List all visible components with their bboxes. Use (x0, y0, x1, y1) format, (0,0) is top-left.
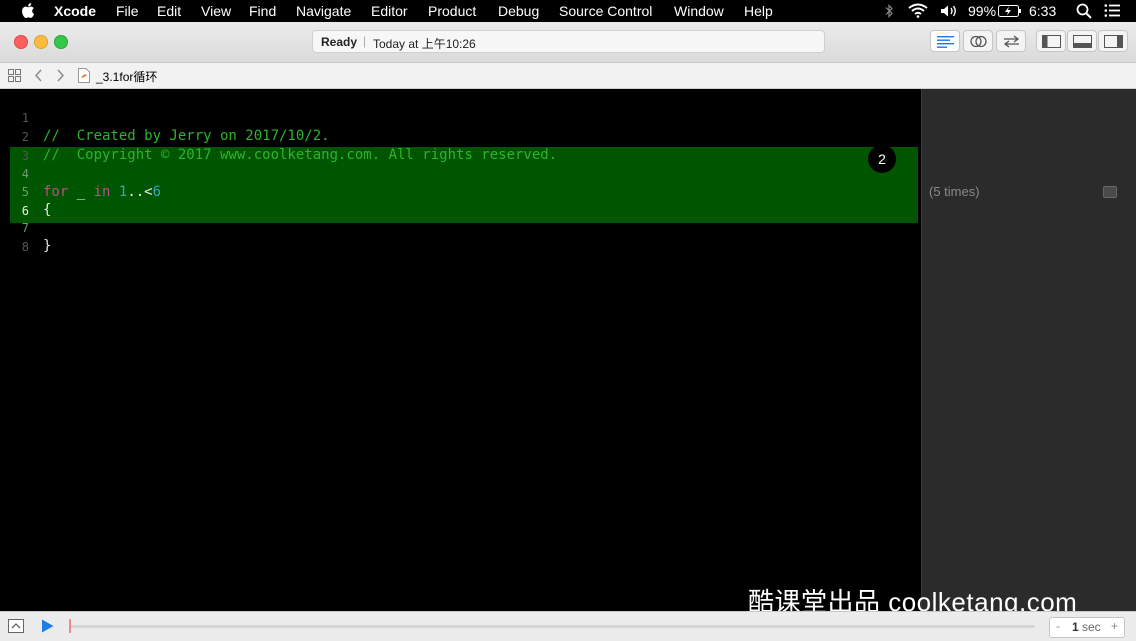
result-quicklook-icon[interactable] (1103, 186, 1117, 198)
window-toolbar: Ready | Today at 上午10:26 (0, 22, 1136, 63)
timeline-playhead[interactable] (69, 619, 71, 633)
standard-editor-icon (937, 36, 954, 48)
menu-bar: Xcode File Edit View Find Navigate Edito… (0, 0, 1136, 22)
wifi-icon[interactable] (908, 3, 928, 18)
zoom-window-button[interactable] (54, 35, 68, 49)
menu-navigate[interactable]: Navigate (296, 2, 351, 20)
jump-bar: _3.1for循环 (0, 63, 1136, 89)
standard-editor-button[interactable] (930, 30, 960, 52)
duration-unit: sec (1082, 620, 1101, 634)
menu-clock[interactable]: 6:33 (1029, 2, 1056, 20)
build-status: Ready (321, 35, 358, 49)
version-editor-button[interactable] (996, 30, 1026, 52)
execution-timeline[interactable] (69, 625, 1035, 628)
menu-edit[interactable]: Edit (157, 2, 181, 20)
menu-file[interactable]: File (116, 2, 139, 20)
menu-source-control[interactable]: Source Control (559, 2, 652, 20)
battery-charging-icon[interactable] (998, 5, 1022, 17)
code-line: 6 (0, 184, 918, 218)
line-number: 8 (21, 240, 29, 254)
duration-stepper[interactable]: - 1 sec + (1049, 617, 1125, 638)
step-badge: 2 (868, 145, 896, 173)
code-line: 2 // Copyright © 2017 www.coolketang.com… (0, 110, 918, 163)
results-sidebar: (5 times) (921, 89, 1136, 611)
chevron-left-icon[interactable] (34, 69, 43, 82)
jump-bar-filename[interactable]: _3.1for循环 (96, 68, 157, 85)
related-items-grid-icon[interactable] (8, 69, 21, 82)
utilities-panel-icon (1104, 35, 1123, 48)
duration-value: 1 (1072, 620, 1079, 634)
build-timestamp: Today at 上午10:26 (373, 37, 476, 51)
code-line: 7 } (0, 201, 918, 254)
menu-app-name[interactable]: Xcode (54, 2, 96, 20)
decrease-duration-button[interactable]: - (1056, 619, 1060, 633)
menu-debug[interactable]: Debug (498, 2, 539, 20)
chevron-right-icon[interactable] (56, 69, 65, 82)
code-line: 5 { (0, 165, 918, 218)
assistant-editor-icon (970, 35, 987, 48)
menu-help[interactable]: Help (744, 2, 773, 20)
battery-percent: 99% (968, 3, 997, 19)
notification-center-icon[interactable] (1104, 3, 1120, 18)
volume-icon[interactable] (940, 4, 958, 18)
apple-menu-icon[interactable] (21, 3, 35, 18)
code-line: 3 (0, 129, 918, 163)
status-separator: | (363, 34, 367, 48)
menu-product[interactable]: Product (428, 2, 476, 20)
menu-window[interactable]: Window (674, 2, 724, 20)
increase-duration-button[interactable]: + (1111, 619, 1118, 633)
code-line: 4 for _ in 1..<6 (0, 147, 918, 200)
bluetooth-icon[interactable] (884, 4, 894, 18)
close-window-button[interactable] (14, 35, 28, 49)
code-editor[interactable]: 1 // Created by Jerry on 2017/10/2. 2 //… (0, 89, 921, 611)
playground-file-icon (78, 68, 90, 83)
version-editor-icon (1003, 35, 1020, 48)
bottom-bar: - 1 sec + (0, 611, 1136, 641)
toggle-navigator-button[interactable] (1036, 30, 1066, 52)
assistant-editor-button[interactable] (963, 30, 993, 52)
activity-viewer: Ready | Today at 上午10:26 (312, 30, 825, 53)
debug-area-icon (1073, 35, 1092, 48)
minimize-window-button[interactable] (34, 35, 48, 49)
code-line: 1 // Created by Jerry on 2017/10/2. (0, 91, 918, 144)
menu-find[interactable]: Find (249, 2, 276, 20)
run-playground-icon[interactable] (41, 619, 54, 633)
menu-editor[interactable]: Editor (371, 2, 408, 20)
loop-result-text[interactable]: (5 times) (929, 184, 980, 199)
code-line: 8 (0, 220, 918, 254)
close-brace: } (43, 238, 52, 254)
toggle-utilities-button[interactable] (1098, 30, 1128, 52)
menu-view[interactable]: View (201, 2, 231, 20)
spotlight-search-icon[interactable] (1076, 3, 1092, 19)
navigator-panel-icon (1042, 35, 1061, 48)
toggle-debug-area-button[interactable] (1067, 30, 1097, 52)
show-debug-area-icon[interactable] (8, 619, 24, 633)
